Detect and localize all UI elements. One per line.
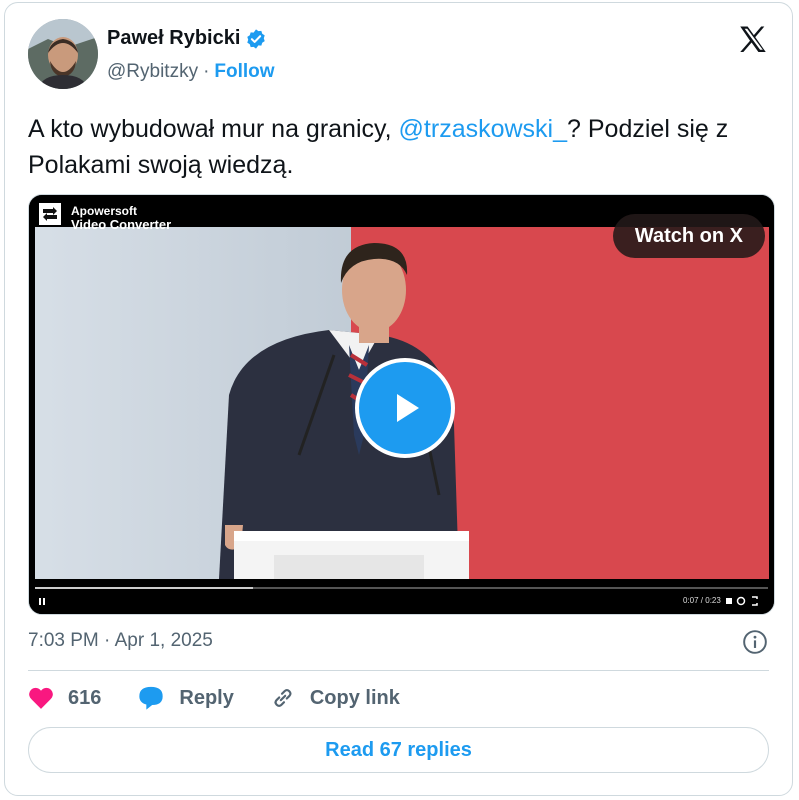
reply-button[interactable]: Reply — [137, 685, 234, 711]
divider — [28, 670, 769, 671]
tweet-card: Paweł Rybicki @Rybitzky · Follow A kto w… — [4, 2, 793, 796]
watermark-line2: Video Converter — [71, 217, 172, 232]
tweet-timestamp[interactable]: 7:03 PM · Apr 1, 2025 — [28, 630, 213, 652]
watermark-text: Apowersoft Video Converter — [71, 204, 171, 232]
copy-link-button[interactable]: Copy link — [270, 685, 400, 711]
verified-badge-icon — [245, 28, 267, 50]
author-handle-row: @Rybitzky · Follow — [107, 61, 275, 83]
pause-icon[interactable] — [35, 593, 49, 609]
mention-link[interactable]: @trzaskowski_ — [399, 115, 567, 143]
action-bar: 616 Reply Copy link — [28, 685, 436, 711]
author-name[interactable]: Paweł Rybicki — [107, 27, 240, 50]
follow-button[interactable]: Follow — [214, 61, 274, 83]
reply-bubble-icon — [139, 686, 164, 710]
author-name-row: Paweł Rybicki — [107, 27, 267, 50]
reply-label: Reply — [179, 686, 234, 709]
tweet-text: A kto wybudował mur na granicy, @trzasko… — [28, 111, 768, 183]
watermark-line1: Apowersoft — [71, 204, 137, 218]
author-handle[interactable]: @Rybitzky — [107, 61, 198, 83]
avatar[interactable] — [28, 19, 98, 89]
like-count: 616 — [68, 686, 102, 709]
separator-dot: · — [203, 61, 210, 82]
link-icon — [274, 689, 292, 707]
video-time: 0:07 / 0:23 — [683, 596, 721, 605]
read-replies-button[interactable]: Read 67 replies — [28, 727, 769, 773]
tweet-text-part1: A kto wybudował mur na granicy, — [28, 115, 399, 143]
heart-icon — [29, 687, 53, 709]
info-icon[interactable] — [742, 629, 768, 655]
x-logo-icon[interactable] — [736, 23, 770, 57]
video-player[interactable]: Apowersoft Video Converter Watch on X 0:… — [28, 194, 775, 615]
like-button[interactable]: 616 — [28, 686, 101, 710]
play-button[interactable] — [355, 358, 455, 458]
watch-on-x-button[interactable]: Watch on X — [612, 214, 765, 258]
play-icon — [397, 394, 419, 422]
copy-link-label: Copy link — [309, 686, 400, 709]
